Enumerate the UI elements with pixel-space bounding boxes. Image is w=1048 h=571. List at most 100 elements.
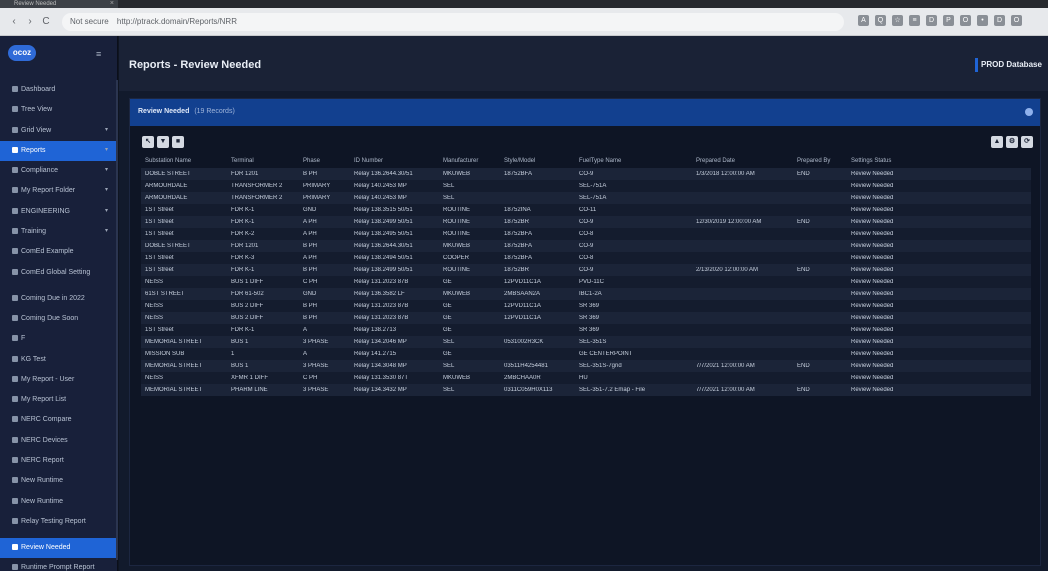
table-cell: GE [443, 327, 452, 333]
table-cell: PHARM LINE [231, 387, 268, 393]
extension-icon[interactable]: A [858, 15, 869, 26]
extension-icon[interactable]: O [960, 15, 971, 26]
app-logo[interactable]: ocoz [8, 45, 36, 61]
sidebar-item[interactable]: My Report - User [0, 370, 118, 390]
table-row[interactable]: 1ST Street FDR K-1 GND Relay 138.3515 50/51… [141, 204, 1031, 216]
extension-icon[interactable]: ≡ [909, 15, 920, 26]
address-bar[interactable]: Not secure http://ptrack.domain/Reports/… [62, 13, 844, 31]
table-row[interactable]: 1ST Street FDR K-2 A PH Relay 138.2495 50/5… [141, 228, 1031, 240]
column-header[interactable]: Settings Status [851, 158, 941, 164]
chevron-down-icon[interactable]: ▾ [105, 146, 108, 155]
sidebar-item[interactable]: Reports ▾ [0, 140, 118, 162]
extension-icon[interactable]: D [926, 15, 937, 26]
table-row[interactable]: DOBLE STREET FDR 1201 B PH Relay 136.2644.3… [141, 168, 1031, 180]
table-row[interactable]: 1ST Street FDR K-1 A PH Relay 138.2499 50/5… [141, 216, 1031, 228]
table-row[interactable]: NEISS XFMR 1 DIFF C PH Relay 131.3530 87T MK… [141, 372, 1031, 384]
extension-icon[interactable]: • [977, 15, 988, 26]
menu-icon[interactable]: ≡ [96, 49, 101, 59]
sidebar-item[interactable]: KG Test [0, 350, 118, 370]
browser-tab[interactable]: Review Needed × [0, 0, 118, 8]
column-header[interactable]: ID Number [354, 158, 441, 164]
table-row[interactable]: NEISS BUS 2 DIFF B PH Relay 131.2023 87B GE 1… [141, 312, 1031, 324]
table-row[interactable]: DOBLE STREET FDR 1201 B PH Relay 136.2644.3… [141, 240, 1031, 252]
table-cell: PRIMARY [303, 195, 331, 201]
sidebar-item[interactable]: NERC Compare [0, 410, 118, 430]
panel-settings-icon[interactable] [1025, 108, 1033, 116]
column-header[interactable]: Style/Model [504, 158, 577, 164]
table-cell: GE [443, 279, 452, 285]
table-cell: 1ST Street [145, 267, 174, 273]
chevron-down-icon[interactable]: ▾ [105, 207, 108, 216]
sidebar-item[interactable]: Tree View [0, 100, 118, 120]
sidebar-scrollbar[interactable] [116, 80, 118, 560]
extension-icon[interactable]: ☆ [892, 15, 903, 26]
back-icon[interactable]: ‹ [8, 16, 20, 28]
sidebar-item-icon [12, 436, 18, 443]
sidebar-item[interactable]: New Runtime [0, 492, 118, 512]
extension-icon[interactable]: D [994, 15, 1005, 26]
sidebar-item[interactable]: ENGINEERING ▾ [0, 202, 118, 222]
forward-icon[interactable]: › [24, 16, 36, 28]
filter-button[interactable]: ▼ [157, 136, 169, 148]
table-cell: NEISS [145, 375, 164, 381]
sidebar-item[interactable]: NERC Report [0, 451, 118, 471]
sidebar-item[interactable]: Runtime Prompt Report [0, 558, 118, 571]
column-header[interactable]: Terminal [231, 158, 301, 164]
table-row[interactable]: ARMOURDALE TRANSFORMER 2 PRIMARY Relay 140.… [141, 180, 1031, 192]
chevron-down-icon[interactable]: ▾ [105, 227, 108, 236]
table-cell: MKUWEB [443, 171, 470, 177]
reload-icon[interactable]: C [40, 16, 52, 28]
column-header[interactable]: FuelType Name [579, 158, 694, 164]
sidebar-item[interactable]: ComEd Global Setting [0, 263, 118, 289]
table-cell: ARMOURDALE [145, 195, 188, 201]
sidebar-item[interactable]: Training ▾ [0, 222, 118, 242]
chevron-down-icon[interactable]: ▾ [105, 166, 108, 175]
sidebar-item[interactable]: ComEd Example [0, 242, 118, 262]
table-cell: CO-11 [579, 207, 597, 213]
sidebar-item[interactable]: Grid View ▾ [0, 121, 118, 141]
extension-icon[interactable]: Q [875, 15, 886, 26]
sidebar-item[interactable]: My Report List [0, 390, 118, 410]
sidebar-item[interactable]: New Runtime [0, 471, 118, 491]
extension-icon[interactable]: P [943, 15, 954, 26]
sidebar-item[interactable]: My Report Folder ▾ [0, 181, 118, 201]
sidebar-item[interactable]: Compliance ▾ [0, 161, 118, 181]
column-header[interactable]: Prepared Date [696, 158, 795, 164]
table-row[interactable]: 1ST Street FDR K-1 A Relay 138.2713 GE SR 369… [141, 324, 1031, 336]
table-row[interactable]: MEMORIAL STREET BUS 1 3 PHASE Relay 134.304… [141, 360, 1031, 372]
table-row[interactable]: MISSION SUB 1 A Relay 141.2715 GE GE CENTERPO… [141, 348, 1031, 360]
table-row[interactable]: 1ST Street FDR K-3 A PH Relay 138.2494 50/5… [141, 252, 1031, 264]
refresh-button[interactable]: ⟳ [1021, 136, 1033, 148]
table-row[interactable]: 61ST STREET FDR 61-502 GND Relay 136.3582 L… [141, 288, 1031, 300]
sidebar-item[interactable]: Coming Due Soon [0, 309, 118, 329]
column-header[interactable]: Manufacturer [443, 158, 502, 164]
column-header[interactable]: Prepared By [797, 158, 849, 164]
table-row[interactable]: NEISS BUS 2 DIFF B PH Relay 131.2023 87B GE 1… [141, 300, 1031, 312]
table-row[interactable]: NEISS BUS 1 DIFF C PH Relay 131.2023 87B GE 1… [141, 276, 1031, 288]
sidebar-item[interactable]: Review Needed [0, 537, 118, 559]
table-cell: Relay 134.3048 MP [354, 363, 407, 369]
column-header[interactable]: Phase [303, 158, 352, 164]
export-button[interactable]: ▲ [991, 136, 1003, 148]
extension-icon[interactable]: O [1011, 15, 1022, 26]
grid-settings-button[interactable]: ⚙ [1006, 136, 1018, 148]
security-indicator[interactable]: Not secure [70, 17, 109, 26]
table-cell: 18752BFA [504, 243, 533, 249]
sidebar-item[interactable]: NERC Devices [0, 431, 118, 451]
sidebar-item[interactable]: Relay Testing Report [0, 512, 118, 538]
sidebar-item[interactable]: Dashboard [0, 80, 118, 100]
table-cell: B PH [303, 171, 318, 177]
table-row[interactable]: MEMORIAL STREET BUS 1 3 PHASE Relay 134.204… [141, 336, 1031, 348]
close-tab-icon[interactable]: × [110, 0, 114, 8]
sidebar-item[interactable]: F [0, 329, 118, 349]
table-row[interactable]: MEMORIAL STREET PHARM LINE 3 PHASE Relay 13… [141, 384, 1031, 396]
chevron-down-icon[interactable]: ▾ [105, 186, 108, 195]
table-row[interactable]: ARMOURDALE TRANSFORMER 2 PRIMARY Relay 140.… [141, 192, 1031, 204]
browser-tab-strip: Review Needed × [0, 0, 1048, 8]
sidebar-item[interactable]: Coming Due in 2022 [0, 289, 118, 309]
chevron-down-icon[interactable]: ▾ [105, 126, 108, 135]
column-header[interactable]: Substation Name [145, 158, 229, 164]
column-chooser-button[interactable]: ■ [172, 136, 184, 148]
table-row[interactable]: 1ST Street FDR K-1 B PH Relay 138.2499 50/5… [141, 264, 1031, 276]
select-tool-button[interactable]: ↖ [142, 136, 154, 148]
